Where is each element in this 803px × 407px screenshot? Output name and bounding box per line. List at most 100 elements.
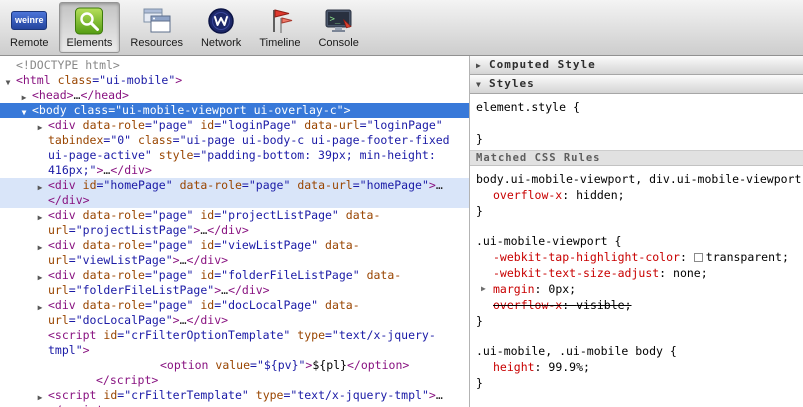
code-token: ="${pv}" (250, 358, 306, 372)
code-token: ="viewListPage" (68, 253, 173, 267)
color-swatch[interactable] (693, 253, 703, 262)
collapsed-arrow-icon[interactable]: ▶ (35, 180, 45, 195)
network-icon (206, 5, 236, 36)
console-icon: >_ (324, 5, 354, 36)
css-rule-selector[interactable]: .ui-mobile-viewport { (476, 233, 803, 249)
dom-tree-node-div-loginPage[interactable]: ▶ <div data-role="page" id="loginPage" da… (0, 118, 469, 178)
timeline-icon (265, 5, 295, 36)
property-value: transparent; (705, 250, 789, 264)
code-token: ="projectListPage" (68, 223, 194, 237)
code-token: ="homePage" (352, 178, 429, 192)
dom-tree-node-div-viewListPage[interactable]: ▶ <div data-role="page" id="viewListPage"… (0, 238, 469, 268)
css-property--webkit-text-size-adjust[interactable]: -webkit-text-size-adjust: none; (476, 265, 803, 281)
code-token: <div (48, 118, 76, 132)
code-token: </div> (186, 313, 229, 327)
code-token: ="loginPage" (359, 118, 443, 132)
dom-tree-node-script-crFilterOptionTemplate-open[interactable]: <script id="crFilterOptionTemplate" type… (0, 328, 469, 358)
css-rule-selector[interactable]: body.ui-mobile-viewport, div.ui-mobile-v… (476, 171, 803, 187)
collapsed-arrow-icon[interactable]: ▶ (35, 270, 45, 285)
css-property-height[interactable]: height: 99.9%; (476, 359, 803, 375)
toolbar-tab-timeline[interactable]: Timeline (251, 2, 308, 53)
code-token: id (200, 118, 215, 132)
toolbar-tab-console[interactable]: >_ Console (310, 2, 366, 53)
property-value: hidden; (576, 188, 625, 202)
dom-tree-node-html[interactable]: ▼ <html class="ui-mobile"> (0, 73, 469, 88)
tab-label-console: Console (318, 37, 359, 49)
code-token: class (138, 133, 173, 147)
element-style-selector-line[interactable]: element.style { (476, 99, 803, 115)
computed-style-section-header[interactable]: ▶ Computed Style (470, 56, 803, 75)
tab-label-remote: Remote (10, 37, 49, 49)
toolbar-tab-network[interactable]: Network (193, 2, 249, 53)
dom-tree-node-head[interactable]: ▶ <head>…</head> (0, 88, 469, 103)
weinre-inspector-window: weinre Remote Elements Resources Network Time… (0, 0, 803, 407)
collapsed-arrow-icon[interactable]: ▶ (476, 57, 485, 74)
styles-label: Styles (489, 77, 535, 90)
tab-label-elements: Elements (66, 37, 113, 49)
dom-tree-node-script-crFilterTemplate[interactable]: ▶ <script id="crFilterTemplate" type="tex… (0, 388, 469, 407)
empty-line (476, 115, 803, 131)
code-token: id (200, 298, 215, 312)
property-name: -webkit-tap-highlight-color (493, 250, 680, 264)
element-style-selector[interactable]: element.style (476, 100, 566, 114)
computed-style-label: Computed Style (489, 58, 596, 71)
dom-tree-node-body[interactable]: ▼ <body class="ui-mobile-viewport ui-over… (0, 103, 469, 118)
code-token: style (158, 148, 194, 162)
code-token: <div (48, 238, 76, 252)
dom-tree-node-option-template[interactable]: <option value="${pv}">${pl}</option> (0, 358, 469, 373)
matched-rules-list: body.ui-mobile-viewport, div.ui-mobile-v… (470, 166, 803, 407)
code-token: ="crFilterOptionTemplate" (117, 328, 291, 342)
code-token: ="docLocalPage" (214, 298, 319, 312)
collapsed-arrow-icon[interactable]: ▶ (35, 390, 45, 405)
css-property--webkit-tap-highlight-color[interactable]: -webkit-tap-highlight-color: transparent… (476, 249, 803, 265)
collapsed-arrow-icon[interactable]: ▶ (35, 300, 45, 315)
elements-dom-tree-panel[interactable]: <!DOCTYPE html> ▼ <html class="ui-mobile">… (0, 56, 470, 407)
code-token: data-role (82, 118, 145, 132)
main-split: <!DOCTYPE html> ▼ <html class="ui-mobile">… (0, 56, 803, 407)
toolbar-tab-remote[interactable]: weinre Remote (2, 2, 57, 53)
code-token: </script> (48, 403, 110, 407)
code-token: type (297, 328, 325, 342)
weinre-logo: weinre (11, 5, 48, 36)
styles-section-header[interactable]: ▼ Styles (470, 75, 803, 94)
expand-arrow-icon[interactable]: ▶ (481, 281, 486, 297)
code-token: … (179, 313, 187, 327)
code-token: ="folderFileListPage" (214, 268, 360, 282)
collapsed-arrow-icon[interactable]: ▶ (35, 240, 45, 255)
collapsed-arrow-icon[interactable]: ▶ (35, 210, 45, 225)
code-token: ="docLocalPage" (68, 313, 173, 327)
open-brace: { (566, 100, 580, 114)
code-token: > (428, 388, 436, 402)
closing-brace: } (476, 376, 483, 390)
toolbar-tab-resources[interactable]: Resources (122, 2, 191, 53)
css-property-overflow-x[interactable]: overflow-x: visible; (476, 297, 803, 313)
dom-tree-node-div-folderFileListPage[interactable]: ▶ <div data-role="page" id="folderFileLis… (0, 268, 469, 298)
code-token: ="viewListPage" (214, 238, 319, 252)
collapsed-arrow-icon[interactable]: ▶ (35, 120, 45, 135)
code-token: ="ui-mobile" (92, 73, 176, 87)
dom-tree-node-div-homePage[interactable]: ▶ <div id="homePage" data-role="page" dat… (0, 178, 469, 208)
code-token: class (57, 73, 93, 87)
dom-tree-node-doctype[interactable]: <!DOCTYPE html> (0, 58, 469, 73)
code-token: ="page" (144, 268, 194, 282)
css-rule-selector[interactable]: .ui-mobile, .ui-mobile body { (476, 343, 803, 359)
css-property-overflow-x[interactable]: overflow-x: hidden; (476, 187, 803, 203)
dom-tree-node-div-docLocalPage[interactable]: ▶ <div data-role="page" id="docLocalPage"… (0, 298, 469, 328)
code-token: data-role (82, 238, 145, 252)
element-style-block[interactable]: element.style { } (470, 94, 803, 150)
expanded-arrow-icon[interactable]: ▼ (476, 76, 485, 93)
dom-tree-node-script-close[interactable]: </script> (0, 373, 469, 388)
css-property-margin[interactable]: ▶ margin: 0px; (476, 281, 803, 297)
toolbar-tab-elements[interactable]: Elements (58, 2, 121, 53)
code-token: id (82, 178, 97, 192)
code-token: > (172, 253, 180, 267)
dom-tree-node-div-projectListPage[interactable]: ▶ <div data-role="page" id="projectListPa… (0, 208, 469, 238)
code-token: <script (48, 388, 97, 402)
